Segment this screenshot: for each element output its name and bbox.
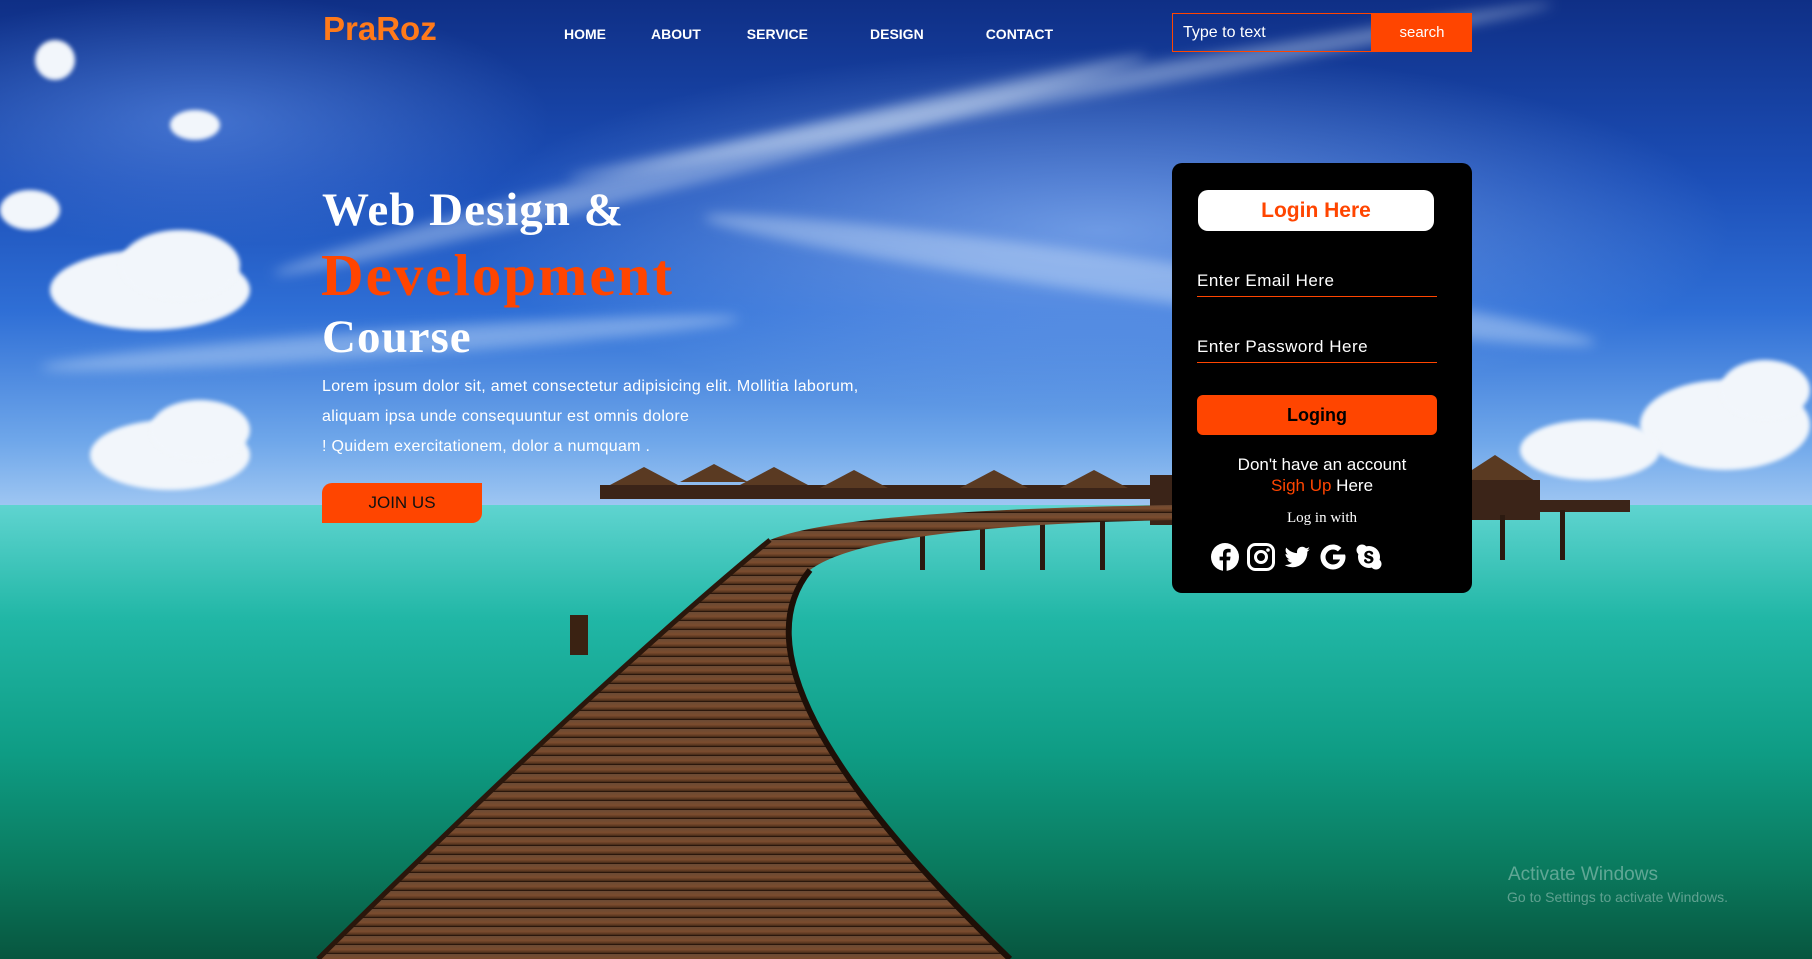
hero-description-line: aliquam ipsa unde consequuntur est omnis…: [322, 408, 690, 425]
no-account-text: Don't have an account: [1237, 455, 1407, 474]
login-button[interactable]: Loging: [1197, 395, 1437, 435]
login-with-label: Log in with: [1287, 510, 1357, 526]
hero-description-line: ! Quidem exercitationem, dolor a numquam…: [322, 438, 651, 455]
nav-design[interactable]: DESIGN: [870, 26, 924, 42]
hero-title-line3: Course: [322, 311, 472, 363]
social-login-row: [1210, 542, 1390, 572]
activate-windows-subtitle: Go to Settings to activate Windows.: [1507, 889, 1728, 905]
instagram-icon[interactable]: [1246, 542, 1276, 572]
hero-title-line1: Web Design &: [322, 184, 624, 236]
nav-about[interactable]: ABOUT: [651, 26, 701, 42]
hero-description-line: Lorem ipsum dolor sit, amet consectetur …: [322, 378, 859, 395]
nav-service[interactable]: SERVICE: [747, 26, 808, 42]
login-panel: Login Here Loging Don't have an account …: [1172, 163, 1472, 593]
skype-icon[interactable]: [1354, 542, 1384, 572]
background-photo: [0, 0, 1812, 959]
login-title: Login Here: [1198, 190, 1434, 231]
hero-description: Lorem ipsum dolor sit, amet consectetur …: [322, 372, 859, 462]
nav-contact[interactable]: CONTACT: [986, 26, 1053, 42]
twitter-icon[interactable]: [1282, 542, 1312, 572]
password-field[interactable]: [1197, 331, 1437, 363]
facebook-icon[interactable]: [1210, 542, 1240, 572]
signup-suffix: Here: [1331, 476, 1374, 495]
email-field[interactable]: [1197, 265, 1437, 297]
google-icon[interactable]: [1318, 542, 1348, 572]
activate-windows-title: Activate Windows: [1508, 864, 1658, 885]
nav-home[interactable]: HOME: [564, 26, 606, 42]
signup-line: Sigh Up Here: [1172, 476, 1472, 496]
search-button[interactable]: search: [1372, 13, 1472, 52]
site-logo[interactable]: PraRoz: [323, 10, 437, 48]
hero-title-line2: Development: [321, 242, 674, 308]
wooden-pier: [316, 505, 1180, 959]
search-input[interactable]: [1172, 13, 1372, 52]
signup-link[interactable]: Sigh Up: [1271, 476, 1331, 495]
join-us-button[interactable]: JOIN US: [322, 483, 482, 523]
main-nav: HOME ABOUT SERVICE DESIGN CONTACT: [564, 26, 1053, 42]
